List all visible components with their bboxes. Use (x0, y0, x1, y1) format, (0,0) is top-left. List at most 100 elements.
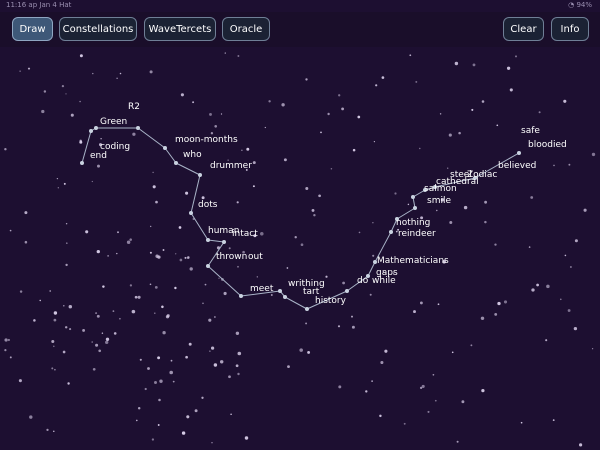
star (564, 254, 567, 257)
star (220, 113, 223, 115)
draw-button[interactable]: Draw (12, 17, 53, 41)
constellation-word: dots (198, 200, 218, 210)
star (116, 252, 118, 255)
star (439, 113, 442, 115)
star (461, 400, 465, 404)
star (4, 338, 8, 342)
star-canvas[interactable]: R2Greencodingendmoon-monthswhodrummerdot… (0, 47, 600, 450)
star (95, 343, 99, 347)
status-time: 11:16 ap (6, 1, 38, 9)
star (204, 283, 207, 286)
constellation-word: gaps (376, 268, 398, 278)
star (95, 312, 98, 315)
star (113, 332, 117, 335)
star (560, 298, 562, 301)
star (352, 148, 356, 152)
star (67, 382, 70, 385)
star (155, 254, 159, 258)
star (105, 340, 109, 345)
constellations-button[interactable]: Constellations (59, 17, 137, 41)
constellation-word: smile (427, 196, 451, 206)
star (65, 222, 68, 225)
star (341, 107, 345, 111)
star (237, 55, 240, 57)
constellation-word: Mathematicians (377, 256, 449, 266)
constellation-word: Zodiac (467, 170, 497, 180)
star (413, 310, 416, 314)
star (172, 380, 175, 383)
star (201, 396, 204, 399)
star (162, 331, 166, 335)
star (283, 158, 287, 162)
star (472, 63, 476, 67)
star (379, 414, 382, 418)
star (421, 384, 425, 388)
star (403, 422, 406, 425)
star (591, 348, 594, 350)
star (139, 358, 142, 361)
star (137, 295, 141, 299)
star (246, 147, 250, 151)
info-button[interactable]: Info (551, 17, 589, 41)
star (159, 379, 163, 383)
star (294, 236, 297, 239)
star (179, 258, 183, 262)
star (91, 341, 93, 343)
star (268, 100, 271, 103)
star (583, 208, 587, 212)
wavetercets-button[interactable]: WaveTercets (144, 17, 216, 41)
star (384, 349, 388, 353)
constellation-word: intact (232, 229, 258, 239)
constellation-node (517, 151, 521, 155)
star (53, 430, 55, 433)
star (69, 328, 72, 331)
constellation-word: out (248, 252, 263, 262)
star (219, 360, 224, 364)
star (311, 208, 315, 212)
star (189, 267, 193, 271)
star (27, 67, 31, 70)
star (39, 299, 41, 302)
star (358, 231, 361, 234)
constellation-word: history (315, 296, 347, 306)
star (372, 222, 374, 224)
star (538, 111, 541, 114)
constellation-word: reindeer (398, 229, 436, 239)
star (29, 415, 33, 419)
constellation-words: R2Greencodingendmoon-monthswhodrummerdot… (90, 102, 567, 306)
star (373, 141, 375, 143)
star (169, 370, 173, 375)
star (149, 251, 152, 254)
star (152, 185, 156, 189)
star (161, 305, 164, 309)
star (152, 171, 154, 174)
star (427, 410, 430, 413)
constellation-node (278, 289, 282, 293)
star (149, 70, 153, 74)
star (574, 239, 578, 243)
star (131, 309, 136, 314)
status-battery: ◔ 94% (568, 1, 592, 9)
constellation-word: Green (100, 117, 127, 127)
star (337, 325, 341, 328)
star (213, 363, 218, 367)
star (546, 284, 550, 289)
star (157, 356, 161, 360)
status-bar: 11:16 ap Jan 4 Hat ◔ 94% (0, 0, 600, 12)
star (46, 428, 49, 432)
star (237, 372, 240, 376)
star (166, 314, 170, 318)
background-stars (4, 52, 596, 447)
star (256, 276, 258, 278)
star (591, 152, 596, 157)
clear-button[interactable]: Clear (503, 17, 544, 41)
star (264, 126, 266, 129)
star (300, 243, 304, 247)
oracle-button[interactable]: Oracle (222, 17, 270, 41)
star (211, 346, 215, 350)
star (456, 440, 459, 443)
star (305, 78, 308, 81)
star (96, 314, 100, 318)
star (218, 277, 220, 279)
star (96, 249, 100, 254)
